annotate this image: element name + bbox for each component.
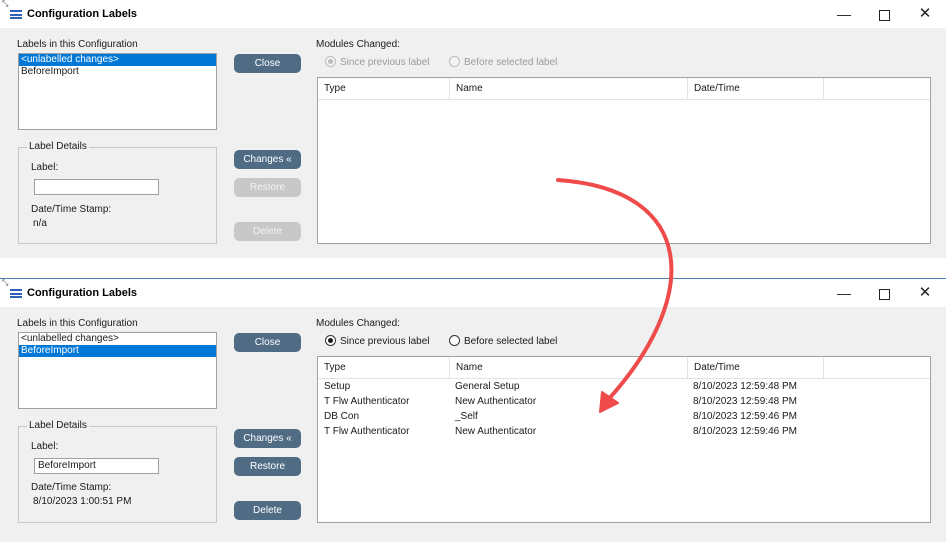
table-row[interactable]: Setup General Setup 8/10/2023 12:59:48 P… [318,379,930,394]
radio-selected-icon [325,56,336,67]
radio-before-label: Before selected label [464,57,558,68]
maximize-button[interactable] [872,283,896,303]
radio-before-selected[interactable]: Before selected label [449,335,557,348]
cell-type: T Flw Authenticator [324,396,410,407]
close-button[interactable]: Close [234,333,301,352]
radio-selected-icon [325,335,336,346]
config-labels-window-after: ⤡ Configuration Labels — ✕ Labels in thi… [0,278,946,542]
column-header-datetime[interactable]: Date/Time [688,357,824,378]
grid-header: Type Name Date/Time [318,78,930,100]
radio-since-label: Since previous label [340,336,430,347]
menu-lines-icon [10,10,22,19]
cell-datetime: 8/10/2023 12:59:48 PM [693,381,797,392]
minimize-button[interactable]: — [832,4,856,24]
restore-button[interactable]: Restore [234,457,301,476]
title-bar[interactable]: ⤡ Configuration Labels — ✕ [0,0,946,28]
menu-lines-icon [10,289,22,298]
list-item-unlabelled[interactable]: <unlabelled changes> [19,333,216,345]
table-row[interactable]: T Flw Authenticator New Authenticator 8/… [318,424,930,439]
column-header-datetime[interactable]: Date/Time [688,78,824,99]
modules-grid[interactable]: Type Name Date/Time Setup General Setup … [317,356,931,523]
cell-type: T Flw Authenticator [324,426,410,437]
window-title: Configuration Labels [27,8,137,20]
column-header-name[interactable]: Name [450,357,688,378]
label-details-legend: Label Details [27,420,89,431]
label-details-legend: Label Details [27,141,89,152]
close-button[interactable]: Close [234,54,301,73]
cell-name: _Self [455,411,478,422]
modules-grid[interactable]: Type Name Date/Time [317,77,931,244]
radio-since-previous[interactable]: Since previous label [325,56,430,69]
radio-since-previous[interactable]: Since previous label [325,335,430,348]
datetime-value: 8/10/2023 1:00:51 PM [33,496,132,507]
cell-type: DB Con [324,411,360,422]
radio-unselected-icon [449,335,460,346]
close-window-button[interactable]: ✕ [913,283,937,303]
cell-type: Setup [324,381,351,392]
delete-button[interactable]: Delete [234,501,301,520]
cell-datetime: 8/10/2023 12:59:46 PM [693,411,797,422]
window-title: Configuration Labels [27,287,137,299]
maximize-icon [878,9,890,21]
cell-datetime: 8/10/2023 12:59:48 PM [693,396,797,407]
radio-before-selected[interactable]: Before selected label [449,56,557,69]
system-menu-icon: ⤡ [2,0,9,8]
label-input[interactable] [34,179,159,195]
column-header-name[interactable]: Name [450,78,688,99]
labels-listbox[interactable]: <unlabelled changes> BeforeImport [18,53,217,130]
column-header-type[interactable]: Type [318,78,450,99]
cell-datetime: 8/10/2023 12:59:46 PM [693,426,797,437]
delete-button[interactable]: Delete [234,222,301,241]
radio-unselected-icon [449,56,460,67]
list-item-beforeimport[interactable]: BeforeImport [19,345,216,357]
table-row[interactable]: T Flw Authenticator New Authenticator 8/… [318,394,930,409]
label-caption: Label: [31,441,59,452]
radio-before-label: Before selected label [464,336,558,347]
list-item-unlabelled[interactable]: <unlabelled changes> [19,54,216,66]
datetime-caption: Date/Time Stamp: [31,482,112,493]
label-caption: Label: [31,162,59,173]
changes-button[interactable]: Changes « [234,429,301,448]
cell-name: New Authenticator [455,396,537,407]
system-menu-icon: ⤡ [2,278,9,287]
label-input[interactable]: BeforeImport [34,458,159,474]
labels-listbox[interactable]: <unlabelled changes> BeforeImport [18,332,217,409]
table-row[interactable]: DB Con _Self 8/10/2023 12:59:46 PM [318,409,930,424]
datetime-caption: Date/Time Stamp: [31,204,112,215]
maximize-button[interactable] [872,4,896,24]
modules-changed-heading: Modules Changed: [316,39,400,50]
modules-changed-heading: Modules Changed: [316,318,400,329]
labels-heading: Labels in this Configuration [17,318,138,329]
close-window-button[interactable]: ✕ [913,4,937,24]
labels-heading: Labels in this Configuration [17,39,138,50]
restore-button[interactable]: Restore [234,178,301,197]
cell-name: General Setup [455,381,520,392]
datetime-value: n/a [33,218,47,229]
column-header-type[interactable]: Type [318,357,450,378]
cell-name: New Authenticator [455,426,537,437]
grid-header: Type Name Date/Time [318,357,930,379]
minimize-button[interactable]: — [832,283,856,303]
config-labels-window-before: ⤡ Configuration Labels — ✕ Labels in thi… [0,0,946,258]
list-item-beforeimport[interactable]: BeforeImport [19,66,216,78]
title-bar[interactable]: ⤡ Configuration Labels — ✕ [0,279,946,307]
changes-button[interactable]: Changes « [234,150,301,169]
radio-since-label: Since previous label [340,57,430,68]
maximize-icon [878,288,890,300]
